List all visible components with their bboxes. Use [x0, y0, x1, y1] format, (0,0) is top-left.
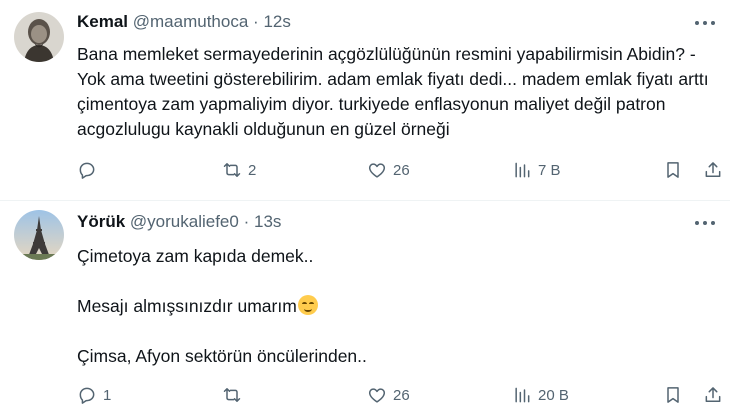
avatar-eiffel-tower-image [14, 210, 64, 260]
tweet-kemal[interactable]: Kemal @maamuthoca · 12s Bana memleket se… [0, 0, 730, 201]
tweet-text: Çimetoya zam kapıda demek.. Mesajı almış… [77, 244, 717, 369]
reply-button[interactable]: 1 [77, 384, 111, 406]
heart-icon [368, 163, 386, 178]
like-count: 26 [393, 161, 410, 179]
like-count: 26 [393, 386, 410, 404]
tweet-header: Kemal @maamuthoca · 12s [77, 12, 291, 32]
reply-count: 1 [103, 386, 112, 404]
author-name[interactable]: Kemal [77, 12, 128, 31]
author-handle[interactable]: @maamuthoca [133, 12, 249, 31]
bookmark-button[interactable] [663, 384, 683, 406]
tweet-text-line-1: Çimetoya zam kapıda demek.. [77, 246, 314, 266]
tweet-text-line-3: Çimsa, Afyon sektörün öncülerinden.. [77, 346, 367, 366]
views-button[interactable]: 20 B [512, 384, 569, 406]
tweet-text-line-2: Mesajı almışsınızdır umarım [77, 294, 717, 319]
retweet-count: 2 [248, 161, 257, 179]
like-button[interactable]: 26 [367, 384, 410, 406]
views-button[interactable]: 7 B [512, 159, 561, 181]
retweet-icon [223, 163, 241, 177]
views-chart-icon [515, 387, 530, 403]
separator-dot: · [253, 12, 259, 31]
avatar-portrait-image [14, 12, 64, 62]
separator-dot: · [243, 212, 250, 231]
bookmark-icon [667, 387, 679, 403]
share-icon [705, 162, 721, 177]
action-bar: 1 26 20 B [77, 384, 721, 406]
tweet-text-line-2-text: Mesajı almışsınızdır umarım [77, 296, 297, 316]
tweet-text-paragraph: Bana memleket sermayederinin açgözlülüğü… [77, 44, 709, 139]
heart-icon [368, 388, 386, 403]
reply-icon [79, 162, 95, 179]
view-count: 7 B [538, 161, 561, 179]
avatar[interactable] [14, 12, 64, 62]
more-options-button[interactable] [694, 16, 716, 31]
tweet-header: Yörük @yorukaliefe0 · 13s [77, 212, 281, 232]
views-chart-icon [515, 162, 530, 178]
retweet-button[interactable] [222, 384, 248, 406]
view-count: 20 B [538, 386, 569, 404]
author-handle[interactable]: @yorukaliefe0 [130, 212, 239, 231]
tweet-text: Bana memleket sermayederinin açgözlülüğü… [77, 42, 717, 142]
more-options-button[interactable] [694, 216, 716, 231]
timestamp[interactable]: 12s [263, 12, 290, 31]
like-button[interactable]: 26 [367, 159, 410, 181]
author-name[interactable]: Yörük [77, 212, 125, 231]
avatar[interactable] [14, 210, 64, 260]
reply-button[interactable] [77, 159, 103, 181]
share-icon [705, 387, 721, 402]
relieved-face-emoji [297, 295, 318, 315]
bookmark-icon [667, 162, 679, 178]
tweet-yoruk[interactable]: Yörük @yorukaliefe0 · 13s Çimetoya zam k… [0, 200, 730, 420]
retweet-button[interactable]: 2 [222, 159, 256, 181]
action-bar: 2 26 7 B [77, 159, 721, 181]
more-horizontal-icon [695, 221, 715, 225]
retweet-icon [223, 388, 241, 402]
timestamp[interactable]: 13s [254, 212, 281, 231]
share-button[interactable] [703, 384, 723, 406]
share-button[interactable] [703, 159, 723, 181]
reply-icon [79, 387, 95, 404]
more-horizontal-icon [695, 21, 715, 25]
bookmark-button[interactable] [663, 159, 683, 181]
